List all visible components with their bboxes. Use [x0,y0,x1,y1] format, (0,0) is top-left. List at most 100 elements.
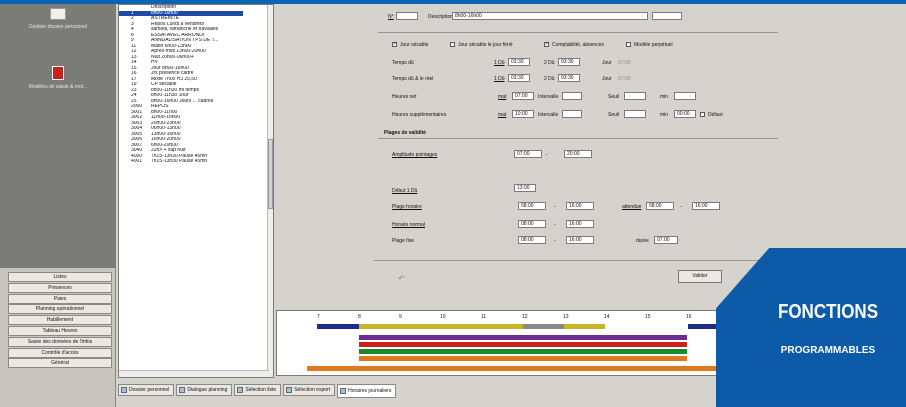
seuil-label: Seuil [608,94,620,100]
debut-link[interactable]: Début 1 Dû [392,188,417,194]
attendue-link[interactable]: attendue [622,204,641,210]
heures-net-mat[interactable]: 07:00 [512,92,534,100]
heures-supp-seuil[interactable] [624,110,646,118]
plage-horaire-to[interactable]: 16:00 [566,202,594,210]
list-item[interactable]: 4001 7h15-13h30 Pause 45mn [119,159,273,165]
range-dash: - [546,152,548,158]
shortcut-modeles[interactable]: Modèles de saisie & mot... [8,66,108,90]
shortcut-label: Modèles de saisie & mot... [28,84,88,90]
temps-du-2[interactable]: 03:30 [558,58,580,66]
scroll-thumb[interactable] [268,139,273,209]
tab-selection-liste[interactable]: Sélection liste [234,384,282,396]
nav-item-habillement[interactable]: Habillement [8,315,112,326]
heures-net-intervalle[interactable] [562,92,582,100]
temps-du-1[interactable]: 03:30 [508,58,530,66]
nav-item-controle-acces[interactable]: Contrôle d'accès [8,347,112,358]
min-label: min [660,94,669,100]
attendue-from[interactable]: 08:00 [646,202,674,210]
mat-link-supp[interactable]: mat [498,112,506,118]
timeline-bar[interactable] [688,324,718,329]
timeline-bar[interactable] [317,324,359,329]
plage-horaire-link[interactable]: Plage horaire [392,204,422,210]
jour-label-reel: Jour [602,76,612,82]
nav-item-tableau-heures[interactable]: Tableau Heures [8,325,112,336]
defaut-label: Défaut [708,112,723,118]
person-icon [121,387,127,393]
heures-supp-min[interactable]: 00:00 [674,110,696,118]
jour-value: 07:00 [618,60,631,66]
heures-net-seuil[interactable] [624,92,646,100]
nav-item-saisie[interactable]: Saisie des données de l'infos [8,336,112,347]
timeline-tick-label: 16 [686,314,692,320]
timeline-bar[interactable] [359,342,687,347]
plage-fixe-label: Plage fixe [392,238,414,244]
checkbox-label: Comptabilité, absences [552,42,604,48]
attendue-to[interactable]: 16:00 [692,202,720,210]
amplitude-from[interactable]: 07:00 [514,150,542,158]
list-horizontal-scrollbar[interactable] [119,370,269,377]
nav-item-paies[interactable]: Paies [8,293,112,304]
nav-item-presences[interactable]: Présences [8,282,112,293]
list-rows: 1 8h00-16h00 2 ASTREINTE 3 Repos Lundi à vend… [119,10,273,165]
code-label: N° [388,14,394,20]
temps-reel-2[interactable]: 03:30 [558,74,580,82]
timeline-bar[interactable] [359,349,687,354]
calendar-icon [52,66,64,80]
plage-fixe-to[interactable]: 16:00 [566,236,594,244]
temps-du-label: Temps dû [392,60,414,66]
description-field[interactable]: 8h00-16h00 [452,12,648,20]
heures-net-label: Heures net [392,94,417,100]
timeline-bar[interactable] [523,324,564,329]
undo-icon[interactable]: ↶ [398,274,405,283]
tab-dossier-personnel[interactable]: Dossier personnel [118,384,175,396]
nav-item-listes[interactable]: Listes [8,272,112,282]
shortcut-dossier-personnel[interactable]: Gestion dossier personnel [8,8,108,30]
heures-supp-intervalle[interactable] [562,110,582,118]
nav-shortcut-panel: Gestion dossier personnel Modèles de sai… [0,4,116,268]
timeline-bar[interactable] [564,324,605,329]
timeline-bar[interactable] [359,356,687,361]
link-1-du-reel[interactable]: 1 Dû [494,76,505,82]
mat-link[interactable]: mat [498,94,506,100]
code-field[interactable] [396,12,418,20]
horaires-list[interactable]: Description 1 8h00-16h00 2 ASTREINTE 3 Repos … [118,4,274,378]
duree-field[interactable]: 07:00 [654,236,678,244]
amplitude-link[interactable]: Amplitude pointages [392,152,437,158]
tab-dialogue-planning[interactable]: Dialogue planning [176,384,233,396]
debut-field[interactable]: 13:00 [514,184,536,192]
color-field[interactable] [652,12,682,20]
list-vertical-scrollbar[interactable] [267,5,273,377]
nav-item-planning[interactable]: Planning opérationnel [8,304,112,315]
horaire-normal-from[interactable]: 08:00 [518,220,546,228]
valider-button[interactable]: Valider [678,270,722,283]
tab-horaires-journaliers[interactable]: Horaires journaliers [337,384,397,398]
heures-supp-mat[interactable]: 10:00 [512,110,534,118]
checkbox-comptabilite[interactable]: ✓ [544,42,549,47]
timeline-tick-label: 8 [358,314,361,320]
timeline-bar[interactable] [359,324,523,329]
range-dash: - [554,238,556,244]
amplitude-to[interactable]: 20:00 [564,150,592,158]
heures-supp-label: Heures supplémentaires [392,112,447,118]
checkbox-modele-perpetuel[interactable] [626,42,631,47]
intervalle-label-supp: Intervalle [538,112,559,118]
checkbox-jour-secable[interactable]: ✓ [392,42,397,47]
timeline-bar[interactable] [359,335,687,340]
horaire-normal-to[interactable]: 16:00 [566,220,594,228]
promo-title: FONCTIONS [777,300,879,323]
folder-icon [50,8,66,20]
temps-reel-1[interactable]: 03:30 [508,74,530,82]
horaire-normal-link[interactable]: Horaire normal [392,222,425,228]
min-label-supp: min [660,112,669,118]
plage-horaire-from[interactable]: 08:00 [518,202,546,210]
checkbox-jour-secable-ferie[interactable] [450,42,455,47]
checkbox-defaut[interactable] [700,112,705,117]
nav-item-general[interactable]: Général [8,358,112,369]
range-dash: - [554,222,556,228]
tab-selection-export[interactable]: Sélection export [283,384,336,396]
checkbox-label: Jour sécable le jour férié [458,42,513,48]
heures-net-min[interactable] [674,92,696,100]
plage-fixe-from[interactable]: 08:00 [518,236,546,244]
link-1-du[interactable]: 1 Dû [494,60,505,66]
timeline-bar[interactable] [307,366,727,371]
